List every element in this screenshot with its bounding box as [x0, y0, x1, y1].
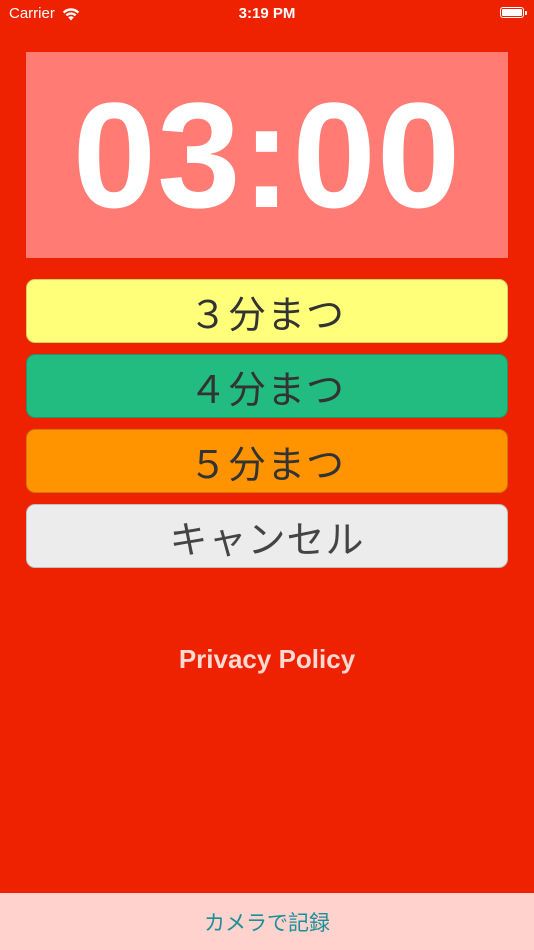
cancel-button[interactable]: キャンセル [26, 504, 508, 568]
privacy-policy-link[interactable]: Privacy Policy [0, 644, 534, 675]
status-time: 3:19 PM [238, 5, 296, 22]
record-with-camera-button[interactable]: カメラで記録 [0, 893, 534, 950]
timer-display: 03:00 [26, 52, 508, 258]
battery-icon [500, 7, 527, 18]
wait-4-minutes-button[interactable]: ４分まつ [26, 354, 508, 418]
record-with-camera-label: カメラで記録 [204, 910, 330, 935]
timer-text: 03:00 [72, 71, 462, 239]
wait-3-minutes-button[interactable]: ３分まつ [26, 279, 508, 343]
battery-level [502, 9, 522, 16]
battery-tip [525, 10, 527, 15]
status-bar: Carrier 3:19 PM [0, 0, 534, 28]
wait-5-minutes-button[interactable]: ５分まつ [26, 429, 508, 493]
